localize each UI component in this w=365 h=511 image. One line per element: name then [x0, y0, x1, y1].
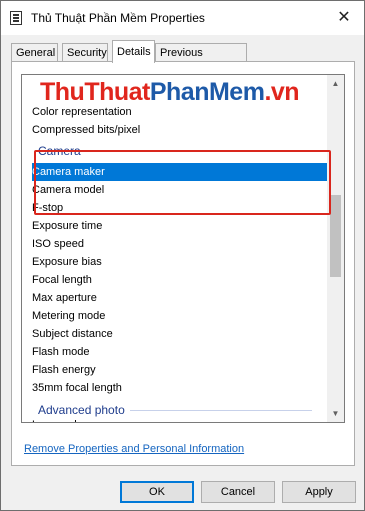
list-item[interactable]: ISO speed: [32, 235, 84, 253]
property-list[interactable]: Color representation Compressed bits/pix…: [21, 74, 345, 423]
watermark-logo: ThuThuatPhanMem.vn: [40, 78, 300, 106]
list-item[interactable]: Focal length: [32, 271, 92, 289]
window-title: Thủ Thuật Phần Mềm Properties: [31, 11, 205, 25]
tab-details[interactable]: Details: [112, 40, 155, 63]
scroll-down-icon[interactable]: ▼: [327, 405, 344, 422]
apply-button[interactable]: Apply: [282, 481, 356, 503]
details-panel: Color representation Compressed bits/pix…: [11, 61, 355, 466]
tab-general[interactable]: General: [11, 43, 58, 61]
group-divider: [130, 410, 312, 411]
list-item[interactable]: Exposure bias: [32, 253, 102, 271]
list-item[interactable]: Metering mode: [32, 307, 105, 325]
list-item[interactable]: Max aperture: [32, 289, 97, 307]
vertical-scrollbar[interactable]: ▲ ▼: [327, 75, 344, 422]
list-item[interactable]: 35mm focal length: [32, 379, 122, 397]
remove-properties-link[interactable]: Remove Properties and Personal Informati…: [24, 443, 244, 455]
tab-previous-versions[interactable]: Previous Versions: [155, 43, 247, 77]
list-item[interactable]: Compressed bits/pixel: [32, 121, 140, 139]
close-button[interactable]: ✕: [324, 1, 364, 35]
highlight-annotation-box: [34, 150, 331, 215]
list-item-partial: [32, 85, 35, 93]
ok-button[interactable]: OK: [120, 481, 194, 503]
list-item[interactable]: Flash energy: [32, 361, 96, 379]
title-bar: Thủ Thuật Phần Mềm Properties ✕: [1, 1, 364, 35]
list-item[interactable]: Exposure time: [32, 217, 102, 235]
document-icon: [10, 11, 22, 25]
cancel-button[interactable]: Cancel: [201, 481, 275, 503]
list-item-partial: Lens maker: [32, 416, 89, 422]
scroll-up-icon[interactable]: ▲: [327, 75, 344, 92]
tab-security[interactable]: Security: [62, 43, 108, 61]
list-item[interactable]: Subject distance: [32, 325, 113, 343]
list-item[interactable]: Flash mode: [32, 343, 89, 361]
scroll-thumb[interactable]: [330, 195, 341, 277]
properties-dialog: Thủ Thuật Phần Mềm Properties ✕ General …: [0, 0, 365, 511]
